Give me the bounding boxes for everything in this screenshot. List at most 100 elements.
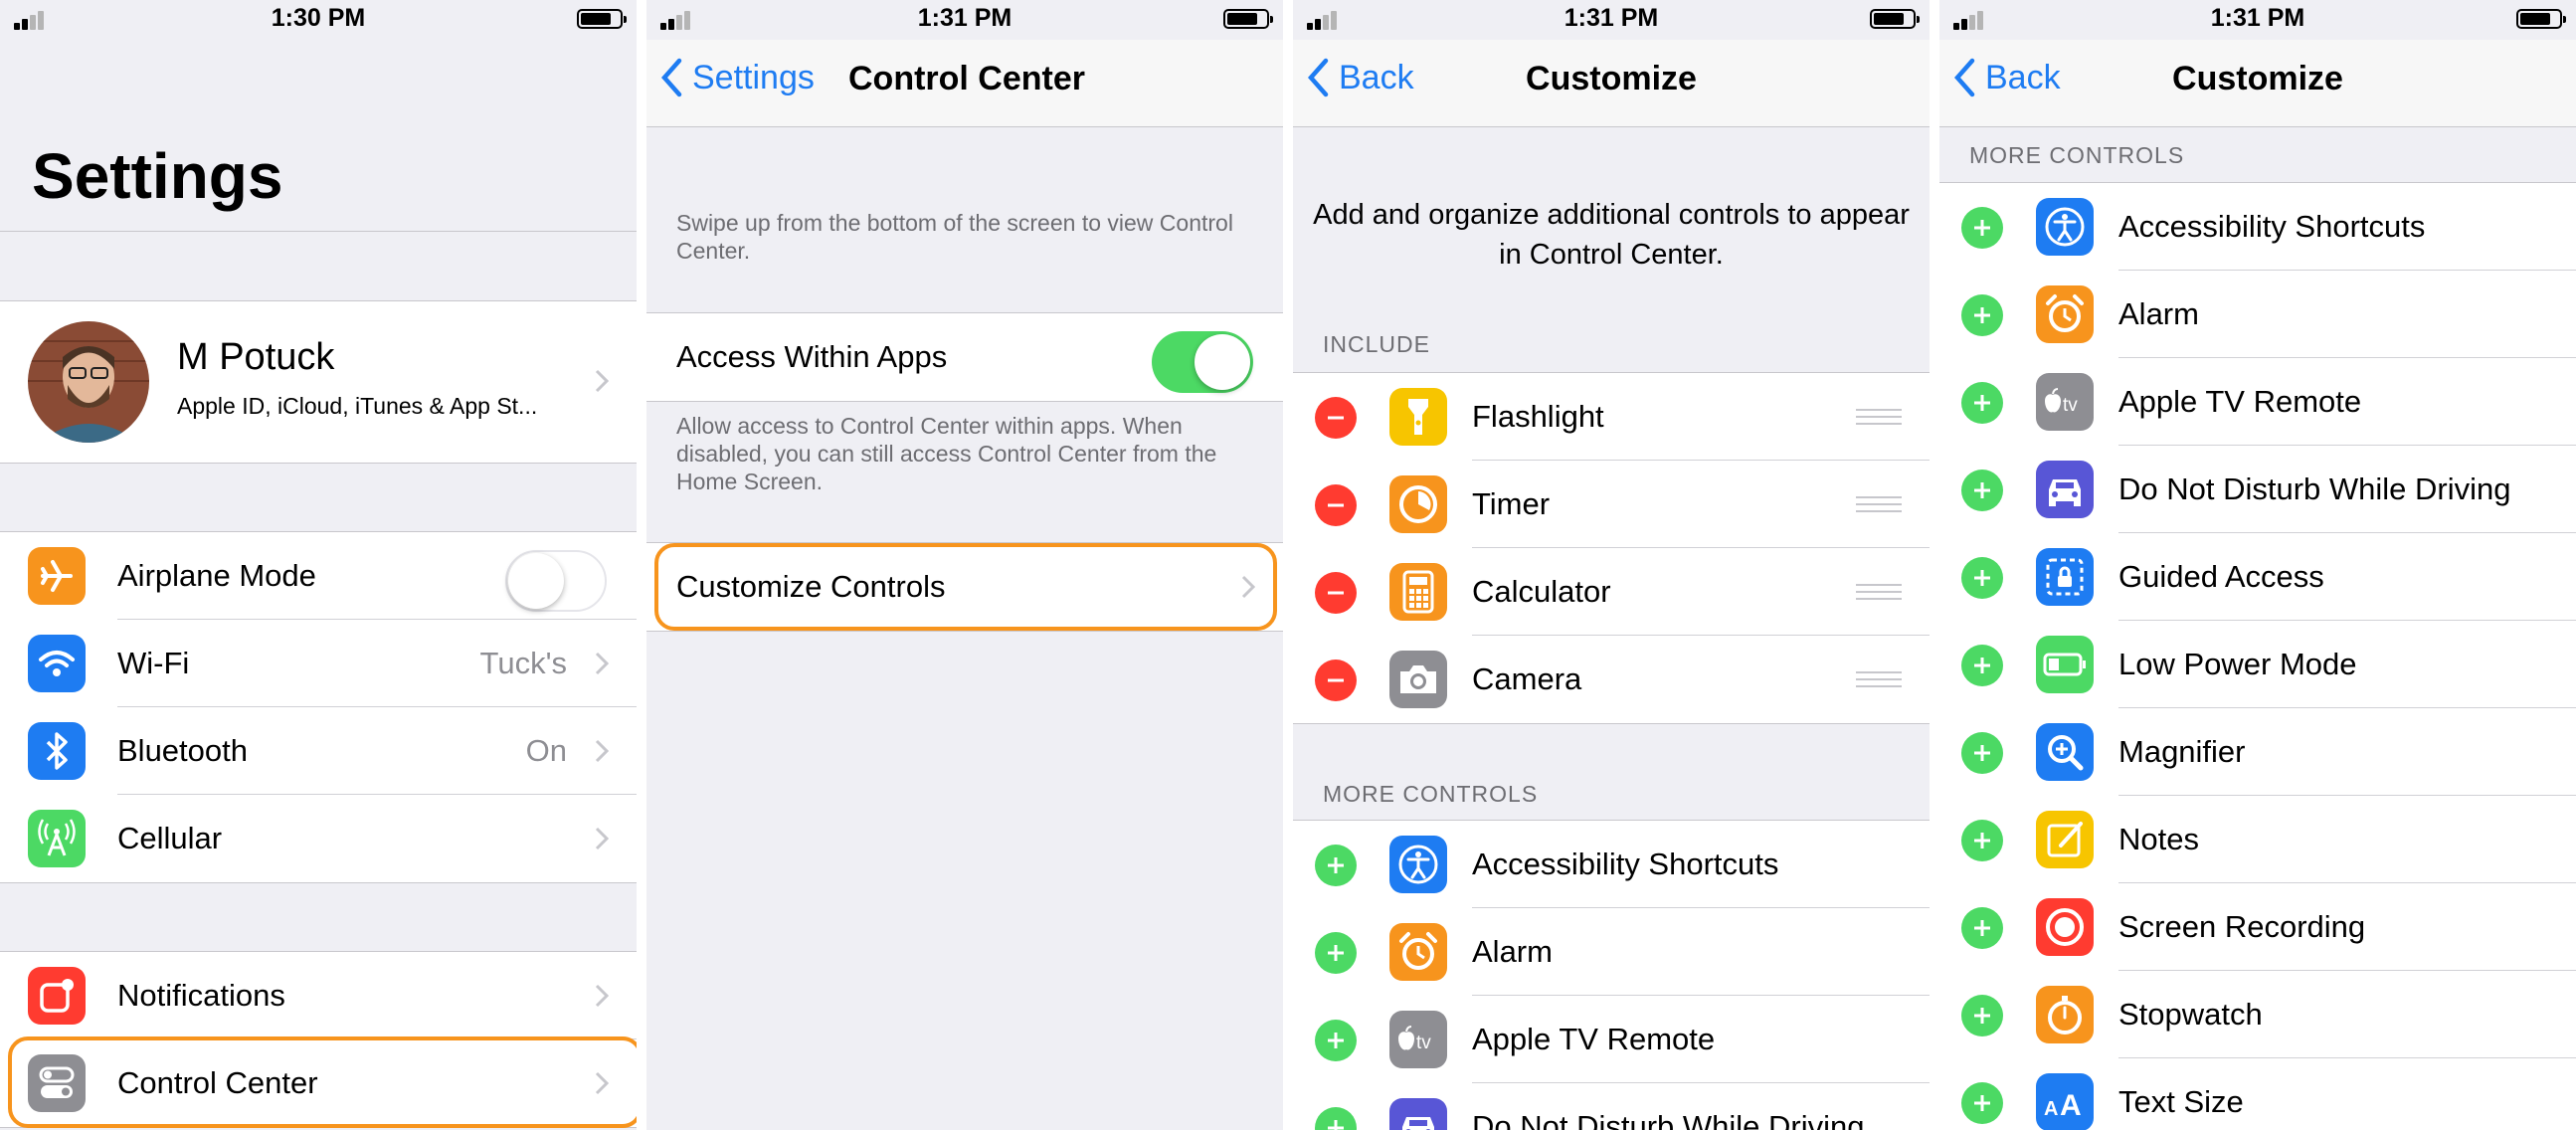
add-control-button[interactable] <box>1315 1107 1357 1130</box>
access-within-apps-toggle[interactable] <box>1152 331 1253 393</box>
more-controls-list: Accessibility Shortcuts Alarm tv Apple TV R… <box>1939 182 2576 1130</box>
airplane-mode-toggle[interactable] <box>505 550 607 612</box>
minus-icon <box>1328 416 1344 420</box>
remove-control-button[interactable] <box>1315 397 1357 439</box>
chevron-right-icon <box>595 652 609 675</box>
minus-icon <box>1328 503 1344 507</box>
customize-controls-row[interactable]: Customize Controls <box>646 543 1283 631</box>
apple-id-row[interactable]: M Potuck Apple ID, iCloud, iTunes & App … <box>0 300 637 464</box>
battery-icon <box>577 9 627 29</box>
bluetooth-value: On <box>525 733 567 768</box>
add-control-button[interactable] <box>1315 1020 1357 1061</box>
swipe-hint: Swipe up from the bottom of the screen t… <box>676 210 1233 264</box>
control-label: Accessibility Shortcuts <box>2118 209 2426 244</box>
nav-bar: Settings Control Center <box>646 40 1283 127</box>
control-center-row[interactable]: Control Center <box>0 1039 637 1127</box>
chevron-left-icon <box>660 58 682 97</box>
control-label: Apple TV Remote <box>1472 1022 1716 1056</box>
wifi-value: Tuck's <box>479 646 567 680</box>
control-row: Camera <box>1293 636 1930 723</box>
reorder-handle-icon[interactable] <box>1856 584 1902 600</box>
battery-icon <box>1870 9 1920 29</box>
svg-text:tv: tv <box>1416 1033 1431 1053</box>
page-title: Settings <box>32 140 283 212</box>
accessibility-icon <box>1389 836 1447 893</box>
chevron-right-icon <box>595 984 609 1008</box>
plus-icon <box>1328 945 1344 961</box>
calculator-icon <box>1389 563 1447 621</box>
add-control-button[interactable] <box>1961 294 2003 336</box>
magnifier-icon <box>2036 723 2094 781</box>
wifi-row[interactable]: Wi-Fi Tuck's <box>0 620 637 707</box>
alarm-icon <box>2036 285 2094 343</box>
back-button[interactable]: Settings <box>660 58 815 97</box>
svg-text:A: A <box>2060 1089 2082 1119</box>
control-row: Alarm <box>1939 271 2576 358</box>
add-control-button[interactable] <box>1961 820 2003 861</box>
nav-title: Customize <box>1526 60 1697 97</box>
control-center-screen: 1:31 PM Settings Control Center Swipe up… <box>646 0 1283 1130</box>
control-label: Guided Access <box>2118 559 2324 594</box>
more-controls-header: MORE CONTROLS <box>1969 142 2185 168</box>
wifi-icon <box>28 635 86 692</box>
screen-recording-icon <box>2036 898 2094 956</box>
control-label: Do Not Disturb While Driving <box>2118 471 2511 506</box>
cellular-row[interactable]: Cellular <box>0 795 637 882</box>
remove-control-button[interactable] <box>1315 572 1357 614</box>
notes-icon <box>2036 811 2094 868</box>
airplane-mode-row[interactable]: Airplane Mode <box>0 532 637 620</box>
notifications-label: Notifications <box>117 978 285 1013</box>
control-label: Flashlight <box>1472 399 1604 434</box>
control-row: Magnifier <box>1939 708 2576 796</box>
notifications-row[interactable]: Notifications <box>0 952 637 1039</box>
minus-icon <box>1328 678 1344 682</box>
control-label: Notes <box>2118 822 2199 856</box>
reorder-handle-icon[interactable] <box>1856 409 1902 425</box>
cellular-label: Cellular <box>117 821 223 855</box>
status-time: 1:31 PM <box>1564 4 1659 32</box>
car-icon <box>2036 461 2094 518</box>
status-bar: 1:30 PM <box>0 0 637 40</box>
bluetooth-row[interactable]: Bluetooth On <box>0 707 637 795</box>
access-group: Access Within Apps <box>646 312 1283 402</box>
control-label: Calculator <box>1472 574 1611 609</box>
status-bar: 1:31 PM <box>1293 0 1930 40</box>
add-control-button[interactable] <box>1961 1082 2003 1124</box>
plus-icon <box>1974 920 1990 936</box>
avatar <box>28 321 149 443</box>
add-control-button[interactable] <box>1961 207 2003 249</box>
add-control-button[interactable] <box>1961 382 2003 424</box>
add-control-button[interactable] <box>1961 732 2003 774</box>
add-control-button[interactable] <box>1315 845 1357 886</box>
control-row: A A Text Size <box>1939 1058 2576 1130</box>
add-control-button[interactable] <box>1961 995 2003 1036</box>
nav-title: Customize <box>2172 60 2343 97</box>
remove-control-button[interactable] <box>1315 659 1357 701</box>
add-control-button[interactable] <box>1961 470 2003 511</box>
add-control-button[interactable] <box>1961 907 2003 949</box>
apple-tv-icon: tv <box>2036 373 2094 431</box>
plus-icon <box>1328 857 1344 873</box>
plus-icon <box>1974 1008 1990 1024</box>
control-row: Notes <box>1939 796 2576 883</box>
customize-more-screen: 1:31 PM Back Customize MORE CONTROLS Acc… <box>1939 0 2576 1130</box>
status-time: 1:31 PM <box>2210 4 2305 32</box>
accessibility-icon <box>2036 198 2094 256</box>
control-label: Alarm <box>2118 296 2199 331</box>
reorder-handle-icon[interactable] <box>1856 671 1902 687</box>
add-control-button[interactable] <box>1315 932 1357 974</box>
airplane-icon <box>28 547 86 605</box>
chevron-right-icon <box>595 739 609 763</box>
back-label: Settings <box>692 58 815 96</box>
add-control-button[interactable] <box>1961 557 2003 599</box>
notifications-icon <box>28 967 86 1025</box>
control-row: Accessibility Shortcuts <box>1939 183 2576 271</box>
add-control-button[interactable] <box>1961 645 2003 686</box>
airplane-mode-label: Airplane Mode <box>117 558 316 593</box>
camera-icon <box>1389 651 1447 708</box>
more-controls-header: MORE CONTROLS <box>1323 781 1539 807</box>
remove-control-button[interactable] <box>1315 484 1357 526</box>
reorder-handle-icon[interactable] <box>1856 496 1902 512</box>
status-time: 1:30 PM <box>271 4 366 32</box>
control-label: Screen Recording <box>2118 909 2366 944</box>
